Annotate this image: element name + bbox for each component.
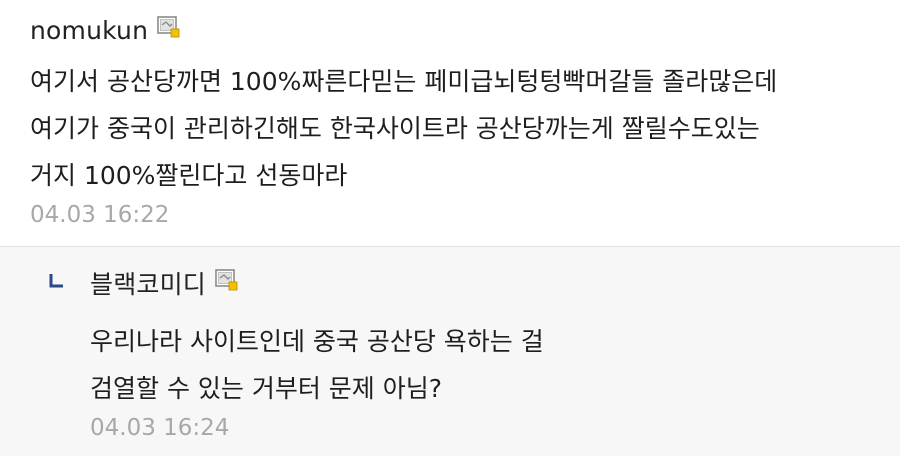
reply-body: 우리나라 사이트인데 중국 공산당 욕하는 걸 검열할 수 있는 거부터 문제 …: [90, 318, 544, 412]
reply-body-line: 우리나라 사이트인데 중국 공산당 욕하는 걸: [90, 327, 544, 356]
comment-body: 여기서 공산당까면 100%짜른다믿는 페미급뇌텅텅빡머갈들 졸라많은데 여기가…: [30, 58, 777, 199]
reply-author-row: 블랙코미디: [90, 266, 239, 300]
comment-body-line: 여기가 중국이 관리하긴해도 한국사이트라 공산당까는게 짤릴수도있는: [30, 114, 760, 143]
reply-timestamp: 04.03 16:24: [90, 415, 230, 441]
comment-timestamp: 04.03 16:22: [30, 202, 170, 228]
reply-body-line: 검열할 수 있는 거부터 문제 아님?: [90, 374, 443, 403]
fixed-nick-icon: [215, 269, 238, 291]
fixed-nick-icon: [157, 16, 180, 38]
reply-arrow-icon: [49, 274, 63, 288]
comment-author-name[interactable]: nomukun: [30, 16, 148, 45]
reply-item: 블랙코미디 우리나라 사이트인데 중국 공산당 욕하는 걸 검열할 수 있는 거…: [0, 247, 900, 456]
comment-body-line: 여기서 공산당까면 100%짜른다믿는 페미급뇌텅텅빡머갈들 졸라많은데: [30, 67, 778, 96]
comment-author-row: nomukun: [30, 13, 181, 47]
reply-author-name[interactable]: 블랙코미디: [90, 265, 206, 301]
comment-body-line: 거지 100%짤린다고 선동마라: [30, 161, 348, 190]
comment-item: nomukun 여기서 공산당까면 100%짜른다믿는 페미급뇌텅텅빡머갈들 졸…: [0, 0, 900, 247]
